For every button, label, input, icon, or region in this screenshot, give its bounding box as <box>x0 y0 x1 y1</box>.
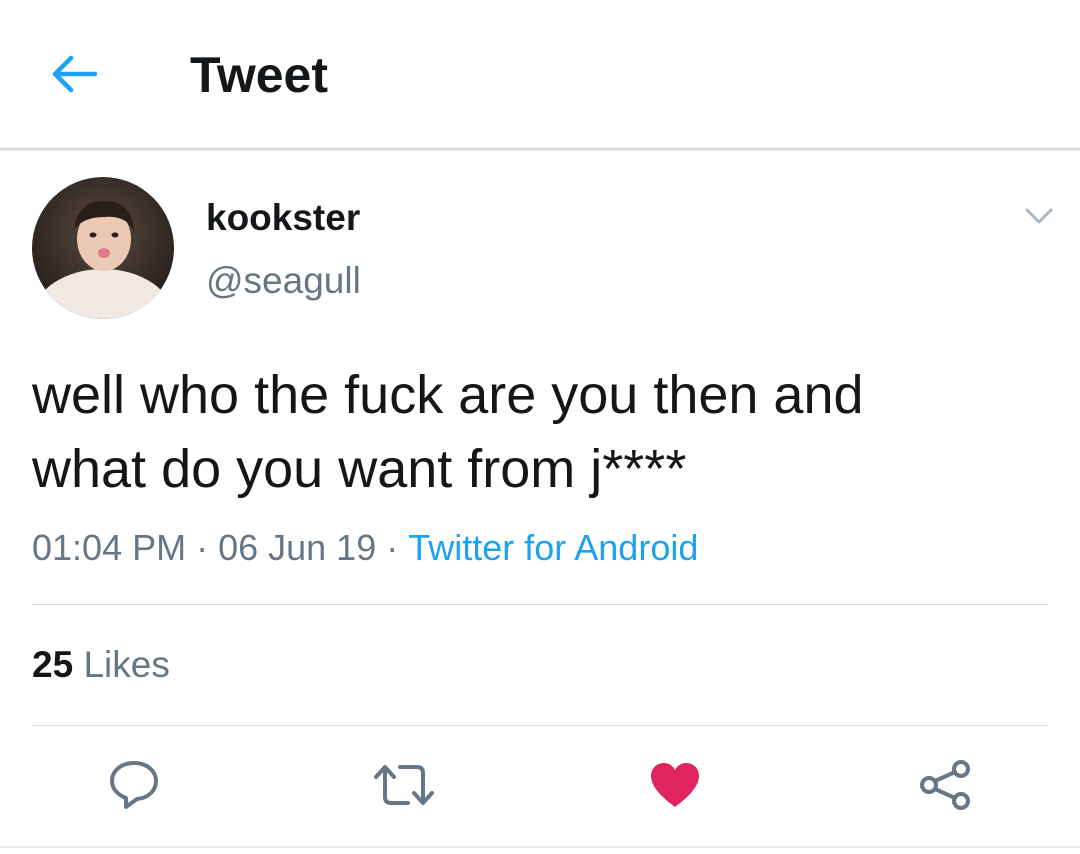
chevron-down-icon <box>1025 208 1053 224</box>
tweet-source-link[interactable]: Twitter for Android <box>408 527 698 568</box>
top-app-bar: Tweet <box>0 0 1080 148</box>
avatar[interactable] <box>32 177 174 319</box>
share-icon <box>920 760 970 810</box>
tweet-meta: 01:04 PM · 06 Jun 19 · Twitter for Android <box>32 526 698 570</box>
back-arrow-icon <box>52 55 97 93</box>
author-display-name[interactable]: kookster <box>206 196 360 240</box>
like-button[interactable] <box>643 755 707 815</box>
bottom-divider <box>0 846 1080 848</box>
meta-separator: · <box>196 527 209 568</box>
back-button[interactable] <box>44 44 104 104</box>
likes-label: Likes <box>83 644 170 685</box>
tweet-time: 01:04 PM <box>32 527 187 568</box>
likes-number: 25 <box>32 644 74 685</box>
tweet-text: well who the fuck are you then and what … <box>32 358 1042 506</box>
page-title: Tweet <box>190 47 328 103</box>
tweet-text-line: what do you want from j**** <box>32 439 687 499</box>
divider <box>32 604 1048 605</box>
tweet-date: 06 Jun 19 <box>218 527 377 568</box>
retweet-button[interactable] <box>372 755 436 815</box>
reply-button[interactable] <box>102 755 166 815</box>
share-button[interactable] <box>913 755 977 815</box>
retweet-icon <box>374 765 434 805</box>
heart-icon <box>651 763 699 807</box>
meta-separator: · <box>386 527 399 568</box>
reply-icon <box>110 761 158 809</box>
tweet-text-line: well who the fuck are you then and <box>32 365 864 425</box>
author-handle[interactable]: @seagull <box>206 259 361 303</box>
likes-count[interactable]: 25 Likes <box>32 643 170 687</box>
divider <box>32 725 1048 726</box>
header-divider <box>0 148 1080 152</box>
tweet-options-button[interactable] <box>1014 196 1064 236</box>
